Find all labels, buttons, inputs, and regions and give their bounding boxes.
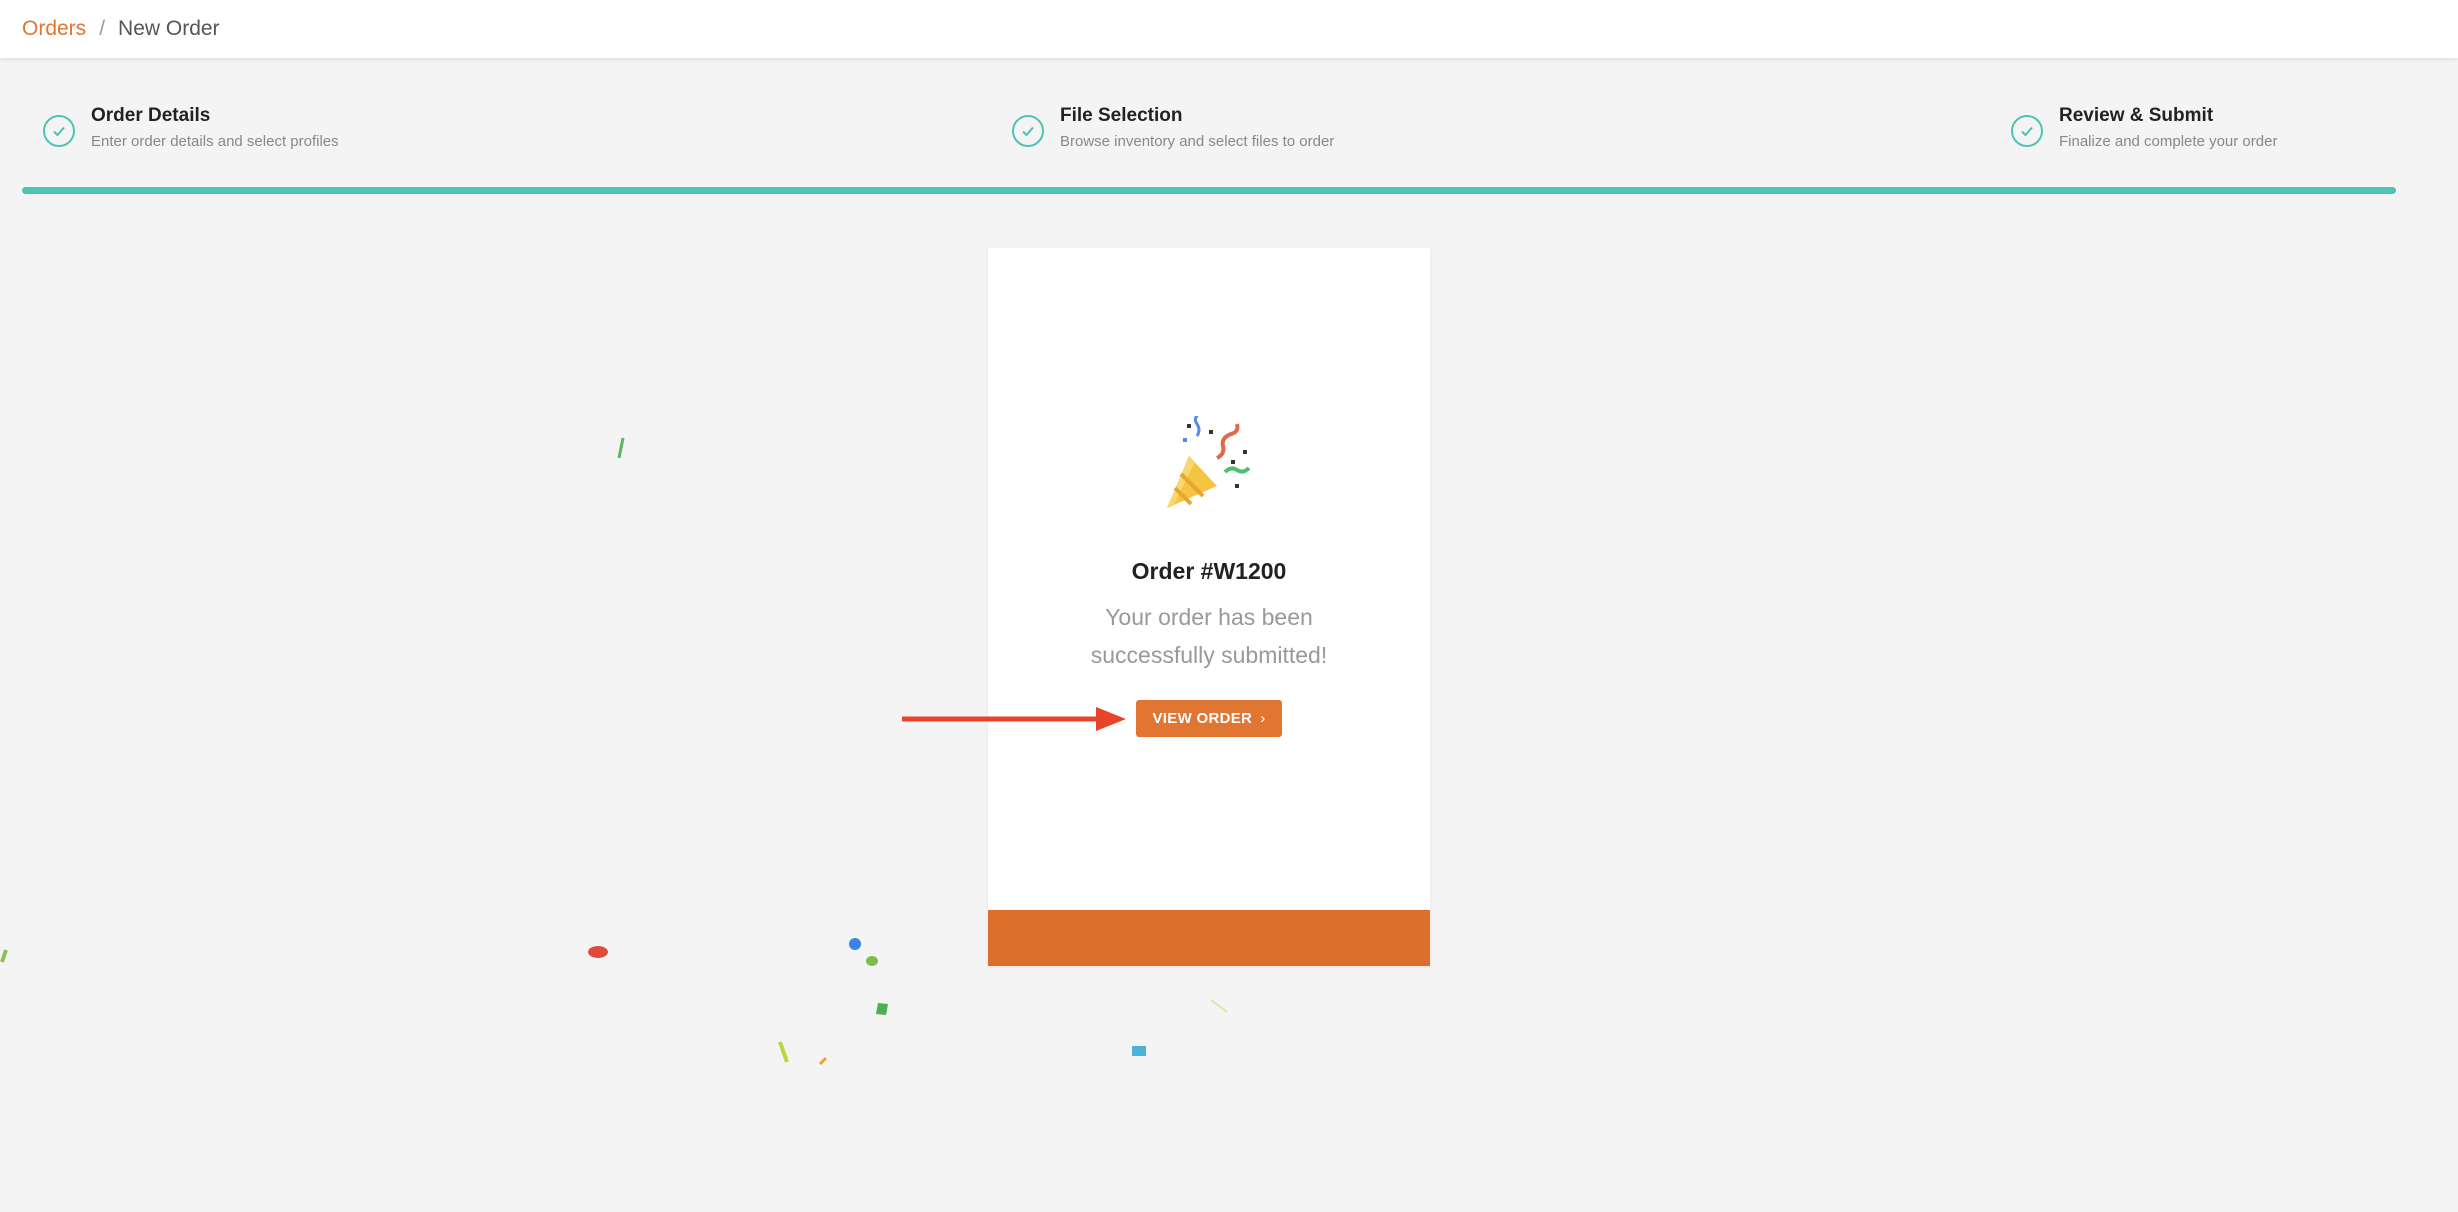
check-circle-icon: [2011, 115, 2043, 147]
step-subtitle: Enter order details and select profiles: [91, 133, 339, 150]
order-number-title: Order #W1200: [1131, 558, 1287, 584]
success-card: Order #W1200 Your order has been success…: [988, 248, 1430, 966]
confetti-piece: [818, 1056, 828, 1066]
step-title: Review & Submit: [2059, 105, 2214, 126]
annotation-arrow-icon: [902, 707, 1126, 731]
view-order-button[interactable]: VIEW ORDER ›: [1136, 700, 1282, 737]
step-title: File Selection: [1060, 105, 1183, 126]
confetti-piece: [849, 938, 861, 950]
confetti-piece: [1210, 999, 1228, 1013]
card-footer-bar: [988, 910, 1430, 966]
step-subtitle: Finalize and complete your order: [2059, 133, 2278, 150]
confetti-piece: [588, 946, 608, 958]
check-circle-icon: [43, 115, 75, 147]
confetti-piece: [778, 1041, 789, 1063]
confetti-piece: [0, 949, 8, 963]
progress-bar: [22, 187, 2396, 194]
party-popper-icon: [1167, 416, 1251, 508]
step-order-details[interactable]: Order Details Enter order details and se…: [43, 100, 339, 152]
step-title: Order Details: [91, 105, 211, 126]
breadcrumb-orders-link[interactable]: Orders: [22, 17, 86, 41]
order-success-message: Your order has been successfully submitt…: [1090, 604, 1328, 668]
confetti-piece: [866, 956, 878, 966]
confetti-piece: [1132, 1046, 1146, 1056]
step-review-submit[interactable]: Review & Submit Finalize and complete yo…: [2011, 100, 2277, 152]
step-subtitle: Browse inventory and select files to ord…: [1060, 133, 1335, 150]
top-bar: Orders / New Order: [0, 0, 2458, 58]
confetti-piece: [617, 437, 625, 459]
chevron-right-icon: ›: [1260, 710, 1266, 727]
check-circle-icon: [1012, 115, 1044, 147]
breadcrumb-current: New Order: [118, 17, 220, 40]
confetti-piece: [876, 1003, 888, 1015]
view-order-label: VIEW ORDER: [1152, 710, 1253, 727]
breadcrumb-separator: /: [99, 17, 106, 40]
order-stepper: Order Details Enter order details and se…: [0, 100, 2458, 160]
step-file-selection[interactable]: File Selection Browse inventory and sele…: [1012, 100, 1334, 152]
